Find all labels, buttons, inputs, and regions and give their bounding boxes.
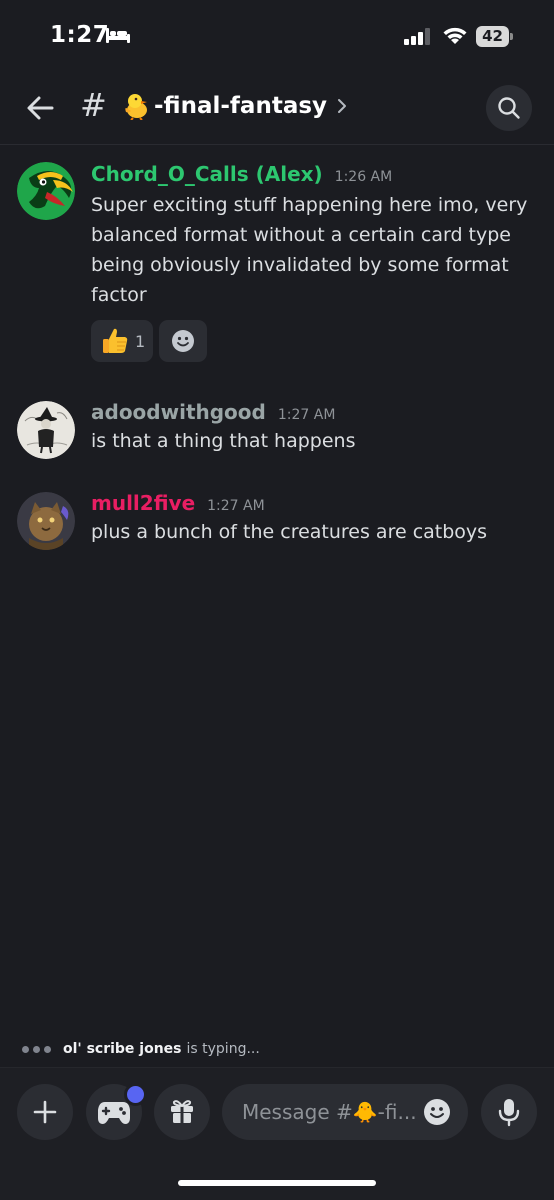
avatar[interactable] xyxy=(17,162,75,220)
message-header: mull2five 1:27 AM xyxy=(91,491,265,515)
battery-cap xyxy=(510,33,513,40)
message-text: plus a bunch of the creatures are catboy… xyxy=(91,521,488,543)
typing-user: ol' scribe jones xyxy=(63,1041,182,1057)
typing-dots-icon xyxy=(22,1045,55,1053)
wifi-icon xyxy=(443,27,467,44)
channel-title[interactable]: -final-fantasy xyxy=(122,92,347,121)
game-controller-icon xyxy=(98,1102,130,1124)
back-arrow-icon[interactable] xyxy=(24,92,56,124)
timestamp: 1:26 AM xyxy=(334,169,393,185)
thumbs-up-icon xyxy=(103,328,128,353)
bed-icon xyxy=(106,28,130,43)
typing-indicator: ol' scribe jones is typing... xyxy=(22,1041,260,1057)
channel-name: -final-fantasy xyxy=(154,93,328,119)
reaction-thumbs-up[interactable]: 1 xyxy=(91,320,154,362)
plus-icon xyxy=(33,1100,57,1124)
home-indicator[interactable] xyxy=(178,1180,376,1186)
username[interactable]: Chord_O_Calls (Alex) xyxy=(91,162,323,186)
reaction-count: 1 xyxy=(135,331,146,351)
message-header: Chord_O_Calls (Alex) 1:26 AM xyxy=(91,162,392,186)
add-reaction-button[interactable] xyxy=(159,320,208,362)
emoji-picker-icon[interactable] xyxy=(422,1097,452,1127)
baby-chick-icon xyxy=(122,92,152,121)
activities-button[interactable] xyxy=(86,1083,147,1140)
voice-message-button[interactable] xyxy=(481,1084,537,1140)
battery-indicator: 42 xyxy=(476,26,513,47)
search-icon xyxy=(498,97,520,119)
timestamp: 1:27 AM xyxy=(207,498,265,514)
message-placeholder: Message #🐥-fi... xyxy=(242,1100,417,1124)
gift-icon xyxy=(171,1100,193,1123)
chevron-right-icon xyxy=(338,99,347,113)
reaction-bar: 1 xyxy=(91,320,213,362)
notification-dot xyxy=(124,1083,147,1106)
status-time: 1:27 xyxy=(50,22,110,48)
status-bar: 1:27 42 xyxy=(0,0,554,72)
avatar[interactable] xyxy=(17,401,75,459)
add-reaction-icon xyxy=(172,330,195,352)
cellular-signal-icon xyxy=(404,28,430,45)
username[interactable]: adoodwithgood xyxy=(91,400,266,424)
add-attachment-button[interactable] xyxy=(17,1084,73,1140)
gift-button[interactable] xyxy=(154,1084,210,1140)
typing-text: is typing... xyxy=(186,1041,260,1057)
channel-hash-icon: # xyxy=(80,86,107,124)
username[interactable]: mull2five xyxy=(91,491,195,515)
timestamp: 1:27 AM xyxy=(277,407,336,423)
search-button[interactable] xyxy=(486,85,532,131)
discord-channel-screen: 1:27 42 # -final-fantasy Chord_O_Calls (… xyxy=(0,0,554,1200)
battery-level: 42 xyxy=(482,27,503,45)
channel-header: # -final-fantasy xyxy=(0,72,554,145)
message-input[interactable]: Message #🐥-fi... xyxy=(222,1084,468,1140)
microphone-icon xyxy=(498,1099,520,1127)
message-text: is that a thing that happens xyxy=(91,430,356,452)
message-text: Super exciting stuff happening here imo,… xyxy=(91,194,528,306)
message-header: adoodwithgood 1:27 AM xyxy=(91,400,335,424)
avatar[interactable] xyxy=(17,492,75,550)
